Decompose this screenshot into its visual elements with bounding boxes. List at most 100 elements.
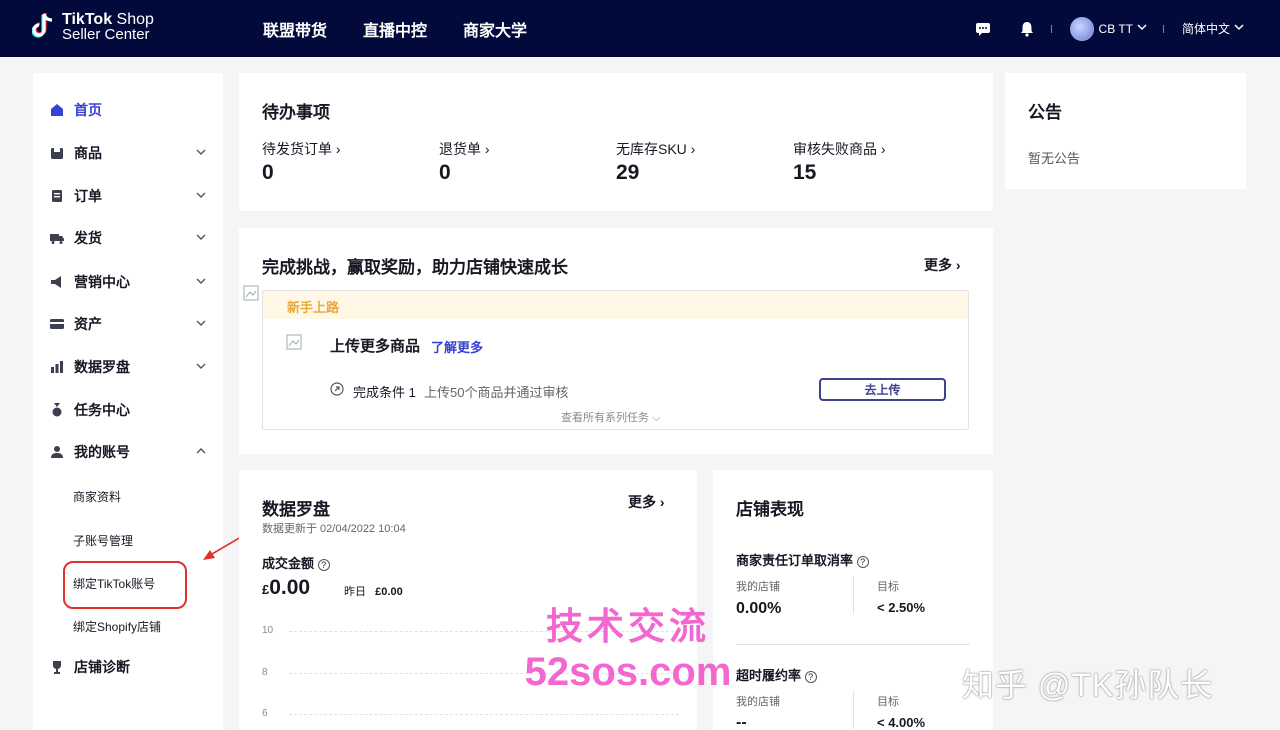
task-title: 上传更多商品 [330, 338, 421, 355]
sidebar-item-shop-diagnosis[interactable]: 店铺诊断 [50, 657, 208, 677]
beginner-task-box: 新手上路 上传更多商品 了解更多 完成条件 1 上传50个商品并通过审核 去上传… [262, 290, 969, 430]
sidebar-item-label: 订单 [74, 188, 102, 204]
stat-returns-link[interactable]: 退货单 › [439, 139, 490, 159]
sidebar-item-data-compass[interactable]: 数据罗盘 [50, 357, 208, 377]
cancel-rate-value: 0.00% [736, 600, 782, 617]
cancel-rate-text: 商家责任订单取消率 [736, 553, 854, 568]
tiktok-logo-icon [31, 12, 58, 42]
watermark: 技术交流 52sos.com [518, 605, 738, 695]
cancel-rate-label: 商家责任订单取消率 ? [736, 550, 869, 569]
zhihu-watermark: 知乎 @TK孙队长 [962, 667, 1214, 703]
sidebar-subitem-bind-shopify[interactable]: 绑定Shopify店铺 [73, 618, 161, 635]
watermark-line2: 52sos.com [524, 650, 732, 694]
stat-returns-value: 0 [439, 161, 451, 184]
yesterday-label: 昨日 [344, 586, 366, 598]
sidebar-item-label: 首页 [74, 102, 102, 118]
nav-seller-university[interactable]: 商家大学 [463, 17, 527, 41]
broken-image-icon [243, 285, 259, 301]
divider [736, 644, 970, 645]
todo-card: 待办事项 待发货订单 › 0 退货单 › 0 无库存SKU › 29 审核失败商… [239, 73, 993, 211]
my-shop-label: 我的店铺 [736, 581, 780, 593]
sidebar-item-my-account[interactable]: 我的账号 [50, 442, 208, 462]
nav-live-control[interactable]: 直播中控 [363, 17, 427, 41]
sidebar-item-home[interactable]: 首页 [50, 100, 208, 120]
late-fulfillment-label: 超时履约率 ? [736, 665, 817, 684]
megaphone-icon [50, 275, 64, 289]
announcement-empty: 暂无公告 [1028, 151, 1081, 166]
todo-title: 待办事项 [262, 103, 330, 122]
go-upload-button[interactable]: 去上传 [819, 378, 946, 401]
stat-pending-orders-link[interactable]: 待发货订单 › [262, 139, 341, 159]
yesterday-value: 昨日 £0.00 [344, 583, 403, 599]
sidebar-item-shipping[interactable]: 发货 [50, 228, 208, 248]
order-icon [50, 189, 64, 203]
chevron-down-icon: ⌵ [652, 412, 661, 424]
logo-text-seller-center: Seller Center [62, 26, 150, 43]
chevron-down-icon [194, 230, 208, 244]
sidebar-item-label: 商品 [74, 145, 102, 161]
learn-more-link[interactable]: 了解更多 [431, 337, 483, 356]
target-label: 目标 [877, 696, 899, 708]
stat-label: 退货单 [439, 141, 481, 157]
compass-updated-time: 数据更新于 02/04/2022 10:04 [262, 523, 406, 535]
chevron-up-icon [194, 444, 208, 458]
bell-icon[interactable] [1019, 21, 1035, 37]
view-all-label: 查看所有系列任务 [561, 412, 649, 424]
chevron-down-icon [194, 274, 208, 288]
help-icon[interactable]: ? [804, 671, 817, 683]
sidebar-item-label: 数据罗盘 [74, 359, 130, 375]
chart-icon [50, 360, 64, 374]
message-icon[interactable] [975, 21, 991, 37]
avatar[interactable] [1069, 16, 1094, 41]
sidebar-item-products[interactable]: 商品 [50, 143, 208, 163]
target-label: 目标 [877, 581, 899, 593]
sidebar-item-assets[interactable]: 资产 [50, 314, 208, 334]
stat-pending-orders-value: 0 [262, 161, 274, 184]
announcement-title: 公告 [1028, 103, 1062, 122]
user-name[interactable]: CB TT [1099, 22, 1133, 36]
challenge-card: 完成挑战，赢取奖励，助力店铺快速成长 更多 › 新手上路 上传更多商品 了解更多… [239, 228, 993, 454]
trophy-icon [50, 660, 64, 674]
chevron-down-icon[interactable] [1137, 23, 1147, 34]
sidebar-item-label: 店铺诊断 [74, 659, 130, 675]
chevron-down-icon [194, 316, 208, 330]
sidebar-item-task-center[interactable]: 任务中心 [50, 400, 208, 420]
annotation-highlight-box [63, 561, 187, 609]
chevron-down-icon [194, 145, 208, 159]
yesterday-amount: £0.00 [375, 586, 403, 598]
shop-performance-card: 店铺表现 商家责任订单取消率 ? 我的店铺 0.00% 目标 < 2.50% 超… [713, 470, 993, 730]
announcement-card: 公告 暂无公告 [1005, 73, 1246, 189]
sidebar-item-label: 资产 [74, 316, 102, 332]
task-section-label: 新手上路 [263, 291, 968, 319]
late-fulfillment-text: 超时履约率 [736, 668, 802, 683]
grid-line [289, 714, 679, 715]
language-selector[interactable]: 简体中文 [1182, 20, 1230, 37]
sidebar-item-orders[interactable]: 订单 [50, 186, 208, 206]
truck-icon [50, 231, 64, 245]
user-icon [50, 445, 64, 459]
watermark-line1: 技术交流 [546, 606, 710, 647]
help-icon[interactable]: ? [317, 559, 330, 571]
home-icon [50, 103, 64, 117]
sidebar-item-label: 任务中心 [74, 402, 130, 418]
gmv-number: 0.00 [269, 576, 311, 599]
compass-more-link[interactable]: 更多 › [628, 492, 665, 512]
stat-failed-review-link[interactable]: 审核失败商品 › [793, 139, 886, 159]
stat-label: 无库存SKU [616, 141, 687, 157]
sidebar-item-label: 我的账号 [74, 444, 130, 460]
divider [853, 691, 854, 729]
sidebar-item-marketing[interactable]: 营销中心 [50, 272, 208, 292]
axis-label-6: 6 [262, 708, 268, 719]
chevron-down-icon[interactable] [1234, 23, 1244, 34]
nav-affiliate[interactable]: 联盟带货 [263, 17, 327, 41]
stat-label: 审核失败商品 [793, 141, 877, 157]
challenge-more-link[interactable]: 更多 › [924, 255, 961, 275]
stat-out-of-stock-link[interactable]: 无库存SKU › [616, 139, 695, 159]
condition-label: 完成条件 1 [353, 385, 416, 400]
tiktok-shop-logo[interactable]: TikTok Shop Seller Center [31, 12, 154, 43]
sidebar-subitem-merchant-profile[interactable]: 商家资料 [73, 488, 121, 505]
view-all-tasks-link[interactable]: 查看所有系列任务 ⌵ [561, 409, 660, 425]
help-icon[interactable]: ? [856, 556, 869, 568]
sidebar-subitem-subaccounts[interactable]: 子账号管理 [73, 532, 133, 549]
more-label: 更多 [924, 257, 952, 273]
